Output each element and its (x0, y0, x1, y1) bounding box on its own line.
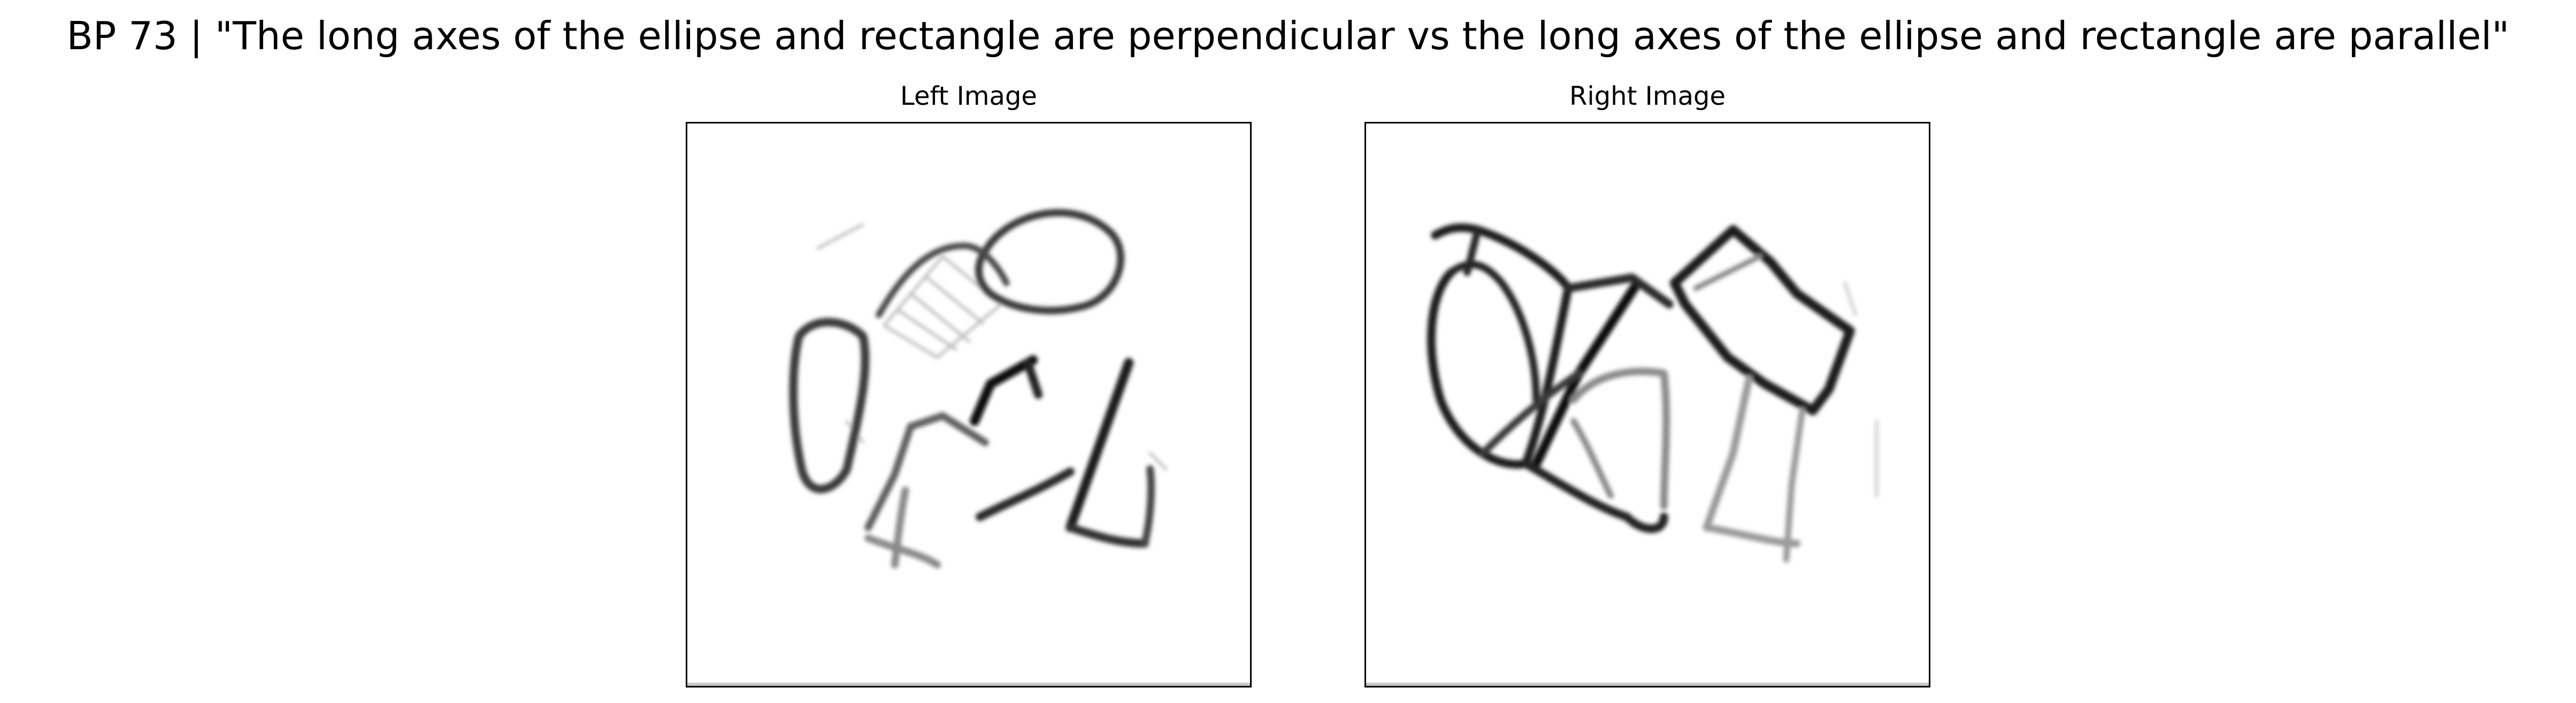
right-image-title: Right Image (1569, 81, 1726, 111)
left-image-frame (686, 122, 1252, 687)
right-image-frame (1364, 122, 1930, 687)
left-frame-shade (687, 683, 1250, 686)
right-rectangle (1669, 225, 1855, 415)
left-top-ellipse (975, 208, 1124, 314)
left-sketch-image (789, 208, 1168, 569)
left-vertical-ellipse (789, 318, 870, 493)
left-image-title: Left Image (900, 81, 1037, 111)
right-frame-shade (1366, 683, 1929, 686)
figure-title: BP 73 | "The long axes of the ellipse an… (66, 13, 2510, 58)
right-sketch-image (1427, 223, 1879, 563)
